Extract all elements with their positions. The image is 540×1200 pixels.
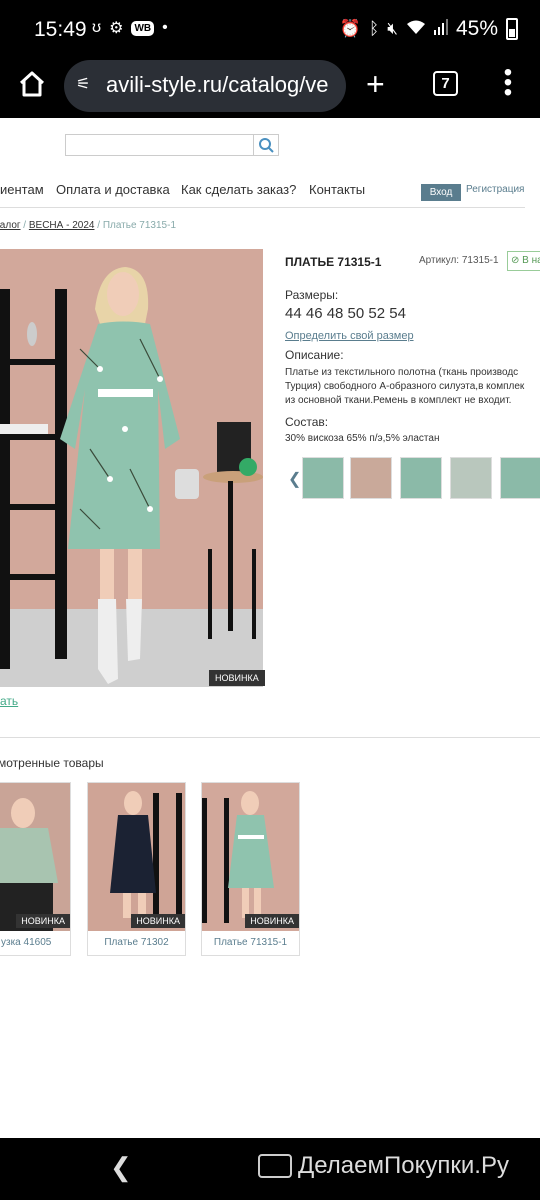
clock: 15:49 — [34, 18, 87, 41]
wifi-icon — [406, 19, 426, 40]
divider — [0, 207, 525, 208]
description-text: Платье из текстильного полотна (ткань пр… — [285, 366, 540, 408]
battery-icon — [506, 18, 518, 40]
notification-icons: ʊ ⚙ WB • — [92, 18, 168, 38]
home-icon[interactable] — [16, 68, 52, 104]
product-title: ПЛАТЬЕ 71315-1 — [285, 255, 382, 269]
signal-icon — [433, 18, 448, 40]
thumbnail[interactable] — [400, 457, 442, 499]
url-text: avili-style.ru/catalog/ve — [106, 72, 329, 97]
register-link[interactable]: Регистрация — [466, 184, 524, 195]
watermark: ДелаемПокупки.Ру — [258, 1152, 509, 1180]
viewed-product-card[interactable]: НОВИНКА узка 41605 — [0, 782, 71, 956]
check-icon: ⊘ — [511, 255, 520, 266]
description-line: Платье из текстильного полотна (ткань пр… — [285, 367, 519, 378]
address-bar[interactable]: ⚟ avili-style.ru/catalog/ve — [64, 60, 346, 112]
site-settings-icon[interactable]: ⚟ — [76, 74, 90, 94]
chevron-left-icon[interactable]: ❮ — [288, 469, 301, 489]
viewed-product-card[interactable]: НОВИНКА Платье 71302 — [87, 782, 186, 956]
viewed-product-image[interactable] — [202, 783, 299, 931]
divider — [0, 737, 540, 738]
bluetooth-icon: ᛒ — [369, 19, 380, 38]
breadcrumb-current: Платье 71315-1 — [102, 220, 177, 231]
description-line: Турция) свободного А-образного силуэта,в… — [285, 381, 525, 392]
breadcrumb: аталог / ВЕСНА - 2024 / Платье 71315-1 — [0, 220, 176, 231]
system-navigation-bar: ❮ ДелаемПокупки.Ру — [0, 1138, 540, 1200]
nav-item-clients[interactable]: иентам — [0, 182, 44, 197]
description-line: из основной ткани.Ремень в комплект не в… — [285, 395, 512, 406]
new-badge: НОВИНКА — [209, 670, 265, 686]
sizes-label: Размеры: — [285, 288, 339, 302]
thumbnail[interactable] — [500, 457, 540, 499]
composition-text: 30% вискоза 65% п/э,5% эластан — [285, 433, 440, 444]
thumbnail[interactable] — [450, 457, 492, 499]
notification-icon: ʊ — [92, 19, 102, 36]
viewed-product-card[interactable]: НОВИНКА Платье 71315-1 — [201, 782, 300, 956]
web-page: иентам Оплата и доставка Как сделать зак… — [0, 118, 540, 1138]
breadcrumb-catalog[interactable]: аталог — [0, 220, 21, 231]
new-badge: НОВИНКА — [131, 914, 185, 928]
settings-icon: ⚙ — [109, 20, 124, 37]
login-button[interactable]: Вход — [421, 184, 461, 201]
viewed-product-image[interactable] — [0, 783, 70, 931]
search-button[interactable] — [253, 135, 278, 155]
nav-item-payment[interactable]: Оплата и доставка — [56, 182, 170, 197]
breadcrumb-sep: / — [20, 220, 29, 231]
sizes-list: 44 46 48 50 52 54 — [285, 305, 406, 322]
watermark-text: ДелаемПокупки.Ру — [298, 1152, 509, 1179]
alarm-icon: ⏰ — [339, 19, 362, 38]
status-bar: 15:49 ʊ ⚙ WB • ⏰ ᛒ 🔇︎ 45% — [0, 0, 540, 60]
nav-item-how-to-order[interactable]: Как сделать заказ? — [181, 182, 296, 197]
nav-item-contacts[interactable]: Контакты — [309, 182, 365, 197]
back-icon[interactable]: ❮ — [110, 1152, 132, 1183]
in-stock-label: В на — [522, 255, 540, 266]
product-main-image[interactable] — [0, 249, 263, 687]
collapse-link[interactable]: ать — [0, 694, 18, 708]
viewed-product-name[interactable]: узка 41605 — [0, 937, 70, 948]
wallet-icon — [258, 1154, 292, 1178]
system-icons: ⏰ ᛒ 🔇︎ 45% — [340, 17, 518, 41]
size-guide-link[interactable]: Определить свой размер — [285, 330, 414, 342]
new-badge: НОВИНКА — [245, 914, 299, 928]
viewed-product-image[interactable] — [88, 783, 185, 931]
thumbnail[interactable] — [350, 457, 392, 499]
new-badge: НОВИНКА — [16, 914, 70, 928]
breadcrumb-sep: / — [94, 220, 103, 231]
in-stock-badge: ⊘ В на — [507, 251, 540, 271]
search-icon — [259, 138, 274, 153]
new-tab-button[interactable]: + — [366, 66, 385, 103]
wb-icon: WB — [131, 20, 155, 36]
recently-viewed-title: смотренные товары — [0, 756, 104, 770]
thumbnail[interactable] — [302, 457, 344, 499]
browser-toolbar: ⚟ avili-style.ru/catalog/ve + 7 • • • — [0, 60, 540, 118]
viewed-product-name[interactable]: Платье 71315-1 — [202, 937, 299, 948]
breadcrumb-section[interactable]: ВЕСНА - 2024 — [29, 220, 95, 231]
more-menu-icon[interactable]: • • • — [500, 61, 516, 105]
description-label: Описание: — [285, 348, 344, 362]
mute-icon: 🔇︎ — [387, 19, 398, 38]
composition-label: Состав: — [285, 415, 329, 429]
product-article: Артикул: 71315-1 — [419, 255, 499, 266]
search-input[interactable] — [65, 134, 279, 156]
viewed-product-name[interactable]: Платье 71302 — [88, 937, 185, 948]
battery-percent: 45% — [455, 17, 498, 40]
tab-switcher-button[interactable]: 7 — [433, 71, 458, 96]
dot-icon: • — [162, 19, 168, 36]
